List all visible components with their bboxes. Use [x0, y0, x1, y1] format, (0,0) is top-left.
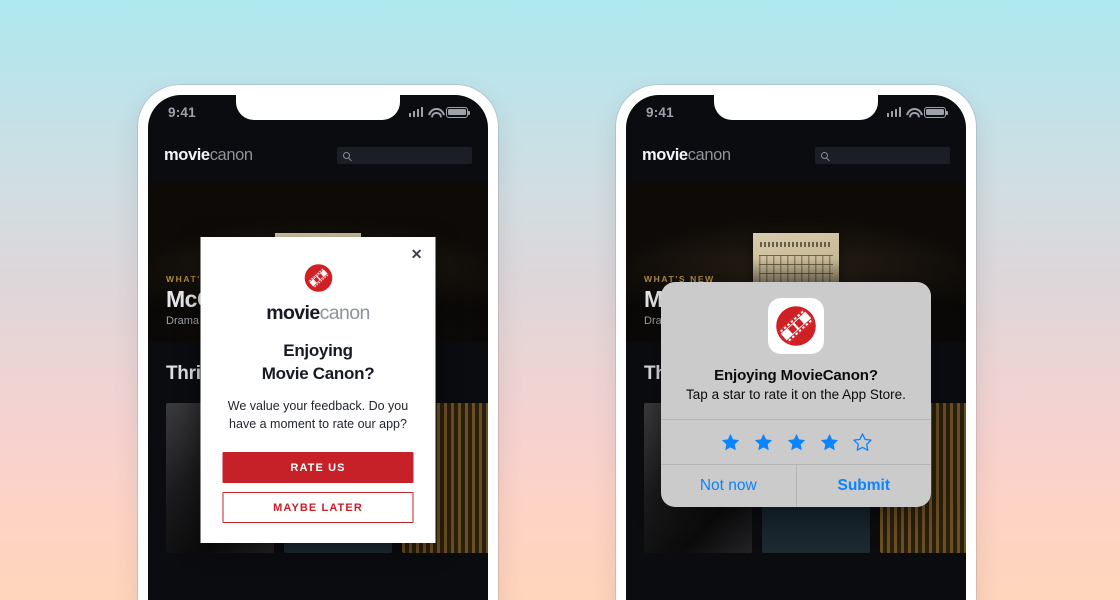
ios-alert-title: Enjoying MovieCanon?	[714, 367, 878, 384]
modal-logo-light-text: canon	[319, 302, 371, 324]
logo-light-text: canon	[687, 145, 731, 164]
logo-bold-text: movie	[164, 145, 210, 164]
ios-alert-subtitle: Tap a star to rate it on the App Store.	[686, 387, 906, 402]
status-icons	[886, 106, 948, 118]
phone-notch	[714, 95, 878, 120]
close-icon[interactable]: ✕	[411, 247, 423, 261]
signal-bars-icon	[408, 107, 423, 117]
rating-modal: ✕ moviecanon Enjoying Movie Canon? We va…	[200, 237, 436, 544]
modal-body-text: We value your feedback. Do you have a mo…	[227, 398, 409, 431]
status-time: 9:41	[168, 104, 196, 120]
modal-logo-bold-text: movie	[266, 302, 320, 324]
star-icon-1[interactable]	[720, 432, 741, 453]
phone-notch	[236, 95, 400, 120]
app-navbar: moviecanon	[626, 129, 966, 181]
moviecanon-logo-icon	[303, 263, 333, 293]
modal-heading: Enjoying Movie Canon?	[223, 340, 414, 386]
wifi-icon	[428, 107, 441, 117]
battery-icon	[446, 106, 470, 118]
submit-button[interactable]: Submit	[795, 465, 932, 508]
phone-mockup-right: 9:41 moviecanon WHAT'S NEW Enjoying Movi…	[616, 85, 976, 600]
logo-light-text: canon	[209, 145, 253, 164]
not-now-button[interactable]: Not now	[661, 465, 796, 507]
search-input[interactable]	[815, 146, 950, 164]
star-icon-2[interactable]	[753, 432, 774, 453]
star-icon-5-outline[interactable]	[852, 432, 873, 453]
moviecanon-app-icon	[768, 298, 824, 354]
logo-bold-text: movie	[642, 145, 688, 164]
star-icon-3[interactable]	[786, 432, 807, 453]
maybe-later-button[interactable]: MAYBE LATER	[222, 492, 414, 524]
app-logo-wordmark[interactable]: moviecanon	[164, 146, 253, 165]
phone-mockup-left: 9:41 moviecanon WHAT'S Drama ✕ moviecano…	[138, 85, 498, 600]
ios-alert-header: Enjoying MovieCanon? Tap a star to rate …	[661, 282, 931, 419]
modal-heading-line-1: Enjoying	[283, 341, 353, 360]
search-icon	[343, 151, 350, 159]
battery-icon	[924, 106, 948, 118]
star-rating-control[interactable]	[661, 419, 931, 464]
ios-rating-alert: Enjoying MovieCanon? Tap a star to rate …	[661, 282, 932, 508]
app-logo-wordmark[interactable]: moviecanon	[642, 146, 731, 165]
canvas: 9:41 moviecanon WHAT'S Drama ✕ moviecano…	[0, 0, 1120, 600]
rate-us-button[interactable]: RATE US	[222, 452, 414, 484]
status-icons	[408, 106, 470, 118]
modal-logo-wordmark: moviecanon	[223, 302, 414, 325]
modal-heading-line-2: Movie Canon?	[261, 363, 375, 383]
phone-screen-right: 9:41 moviecanon WHAT'S NEW Enjoying Movi…	[626, 95, 966, 600]
status-time: 9:41	[646, 104, 674, 120]
wifi-icon	[906, 107, 919, 117]
app-navbar: moviecanon	[148, 129, 488, 181]
ios-alert-actions: Not now Submit	[661, 464, 932, 508]
star-icon-4[interactable]	[819, 432, 840, 453]
search-input[interactable]	[337, 146, 472, 164]
search-icon	[821, 151, 828, 159]
signal-bars-icon	[886, 107, 901, 117]
